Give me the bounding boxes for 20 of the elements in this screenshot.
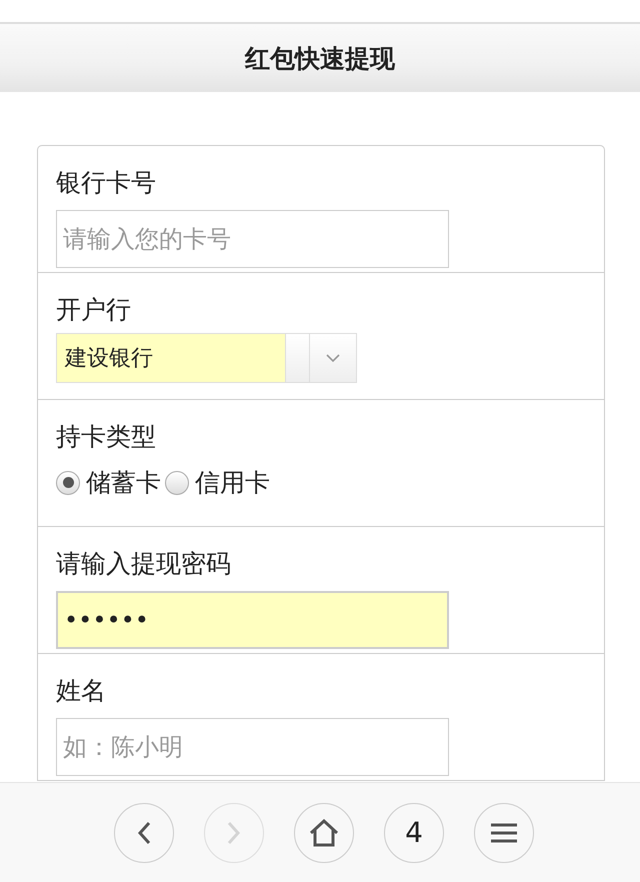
input-field[interactable]: 请输入您的卡号 [56,210,449,268]
field-label: 开户行 [56,294,131,326]
password-field[interactable]: •••••• [56,591,449,649]
radio-button[interactable] [56,470,80,494]
radio-button[interactable] [165,470,189,494]
radio-label[interactable]: 信用卡 [195,466,270,499]
field-label: 姓名 [56,675,106,707]
forward-icon [227,820,241,844]
field-label: 请输入提现密码 [56,548,231,580]
chevron-down-icon [326,354,340,362]
bank-dropdown[interactable]: 建设银行 [56,333,357,383]
menu-icon [491,822,517,842]
tabs-button[interactable]: 4 [384,802,444,862]
input-field[interactable]: 如：陈小明 [56,718,449,776]
back-icon [137,820,151,844]
field-label: 银行卡号 [56,167,156,199]
home-icon [309,818,339,846]
page-title: 红包快速提现 [245,42,395,74]
field-label: 持卡类型 [56,421,156,453]
radio-label[interactable]: 储蓄卡 [86,466,161,499]
